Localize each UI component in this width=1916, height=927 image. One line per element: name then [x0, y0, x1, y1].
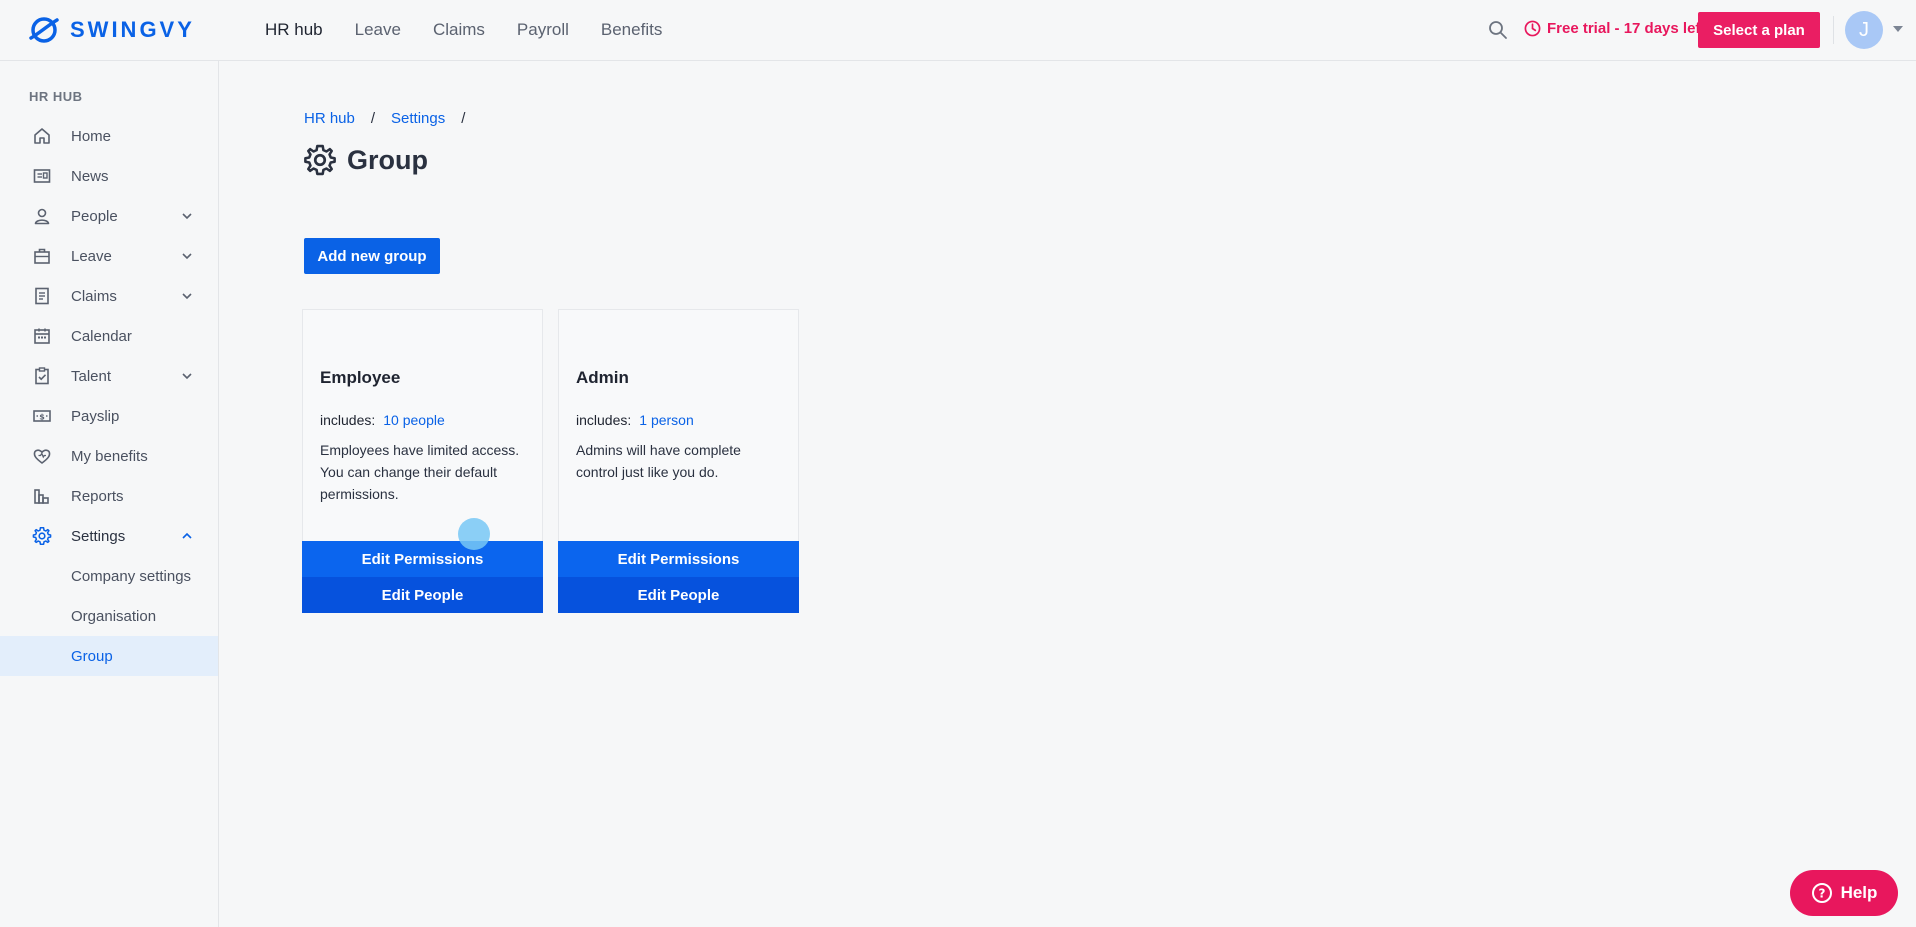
question-icon: ? [1811, 883, 1832, 903]
group-name: Employee [320, 368, 401, 387]
group-includes: includes: 1 person [576, 412, 694, 428]
group-includes: includes: 10 people [320, 412, 445, 428]
breadcrumb: HR hub / Settings / [304, 110, 481, 127]
chevron-down-icon [182, 253, 192, 260]
group-description: Admins will have complete control just l… [576, 442, 741, 480]
sidebar-subitem-group[interactable]: Group [0, 636, 218, 676]
sidebar-item-news[interactable]: News [0, 156, 218, 196]
topnav-benefits[interactable]: Benefits [601, 20, 662, 40]
sidebar-item-label: Talent [71, 367, 112, 385]
bar-chart-icon [34, 489, 49, 504]
help-button[interactable]: ? Help [1790, 870, 1898, 916]
add-new-group-button[interactable]: Add new group [304, 238, 440, 274]
group-name: Admin [576, 368, 629, 387]
cursor-indicator [458, 518, 490, 550]
group-card-admin: Admin includes: 1 person Admins will have… [558, 309, 799, 613]
swingvy-logo-icon [29, 17, 59, 43]
sidebar: HR HUB Home News People Leave Claims Cal… [0, 61, 219, 927]
receipt-icon [35, 287, 49, 305]
sidebar-item-reports[interactable]: Reports [0, 476, 218, 516]
briefcase-icon [34, 248, 50, 264]
sidebar-item-label: Claims [71, 287, 117, 305]
sidebar-subitem-organisation[interactable]: Organisation [0, 596, 218, 636]
sidebar-item-leave[interactable]: Leave [0, 236, 218, 276]
clock-icon [1524, 20, 1541, 37]
page-title: Group [303, 143, 428, 177]
sidebar-item-my-benefits[interactable]: My benefits [0, 436, 218, 476]
sidebar-subitem-label: Company settings [71, 567, 192, 585]
sidebar-subitem-label: Group [71, 647, 113, 665]
free-trial-indicator[interactable]: Free trial - 17 days left [1524, 20, 1705, 37]
svg-text:$: $ [39, 412, 45, 421]
select-plan-button[interactable]: Select a plan [1698, 12, 1820, 48]
swingvy-logo[interactable]: SWINGVY [28, 14, 195, 46]
chevron-down-icon [182, 373, 192, 380]
edit-permissions-button[interactable]: Edit Permissions [558, 541, 799, 577]
free-trial-text: Free trial - 17 days left [1547, 20, 1706, 37]
sidebar-item-label: Reports [71, 487, 124, 505]
sidebar-item-settings[interactable]: Settings [0, 516, 218, 556]
sidebar-item-label: Leave [71, 247, 112, 265]
avatar[interactable]: J [1845, 11, 1883, 49]
gear-icon [32, 527, 52, 545]
top-nav: HR hub Leave Claims Payroll Benefits [265, 0, 662, 60]
breadcrumb-separator: / [461, 110, 466, 127]
sidebar-item-label: News [71, 167, 109, 185]
group-members-link[interactable]: 1 person [639, 412, 693, 428]
sidebar-item-label: Payslip [71, 407, 120, 425]
sidebar-item-people[interactable]: People [0, 196, 218, 236]
sidebar-item-payslip[interactable]: $ Payslip [0, 396, 218, 436]
gear-icon [304, 144, 336, 176]
sidebar-item-talent[interactable]: Talent [0, 356, 218, 396]
chevron-up-icon [182, 532, 192, 539]
help-label: Help [1840, 883, 1878, 902]
includes-label: includes: [320, 412, 376, 428]
chevron-down-icon[interactable] [1893, 26, 1903, 32]
top-divider [1833, 16, 1834, 44]
sidebar-item-label: People [71, 207, 118, 225]
svg-text:?: ? [1818, 887, 1825, 901]
sidebar-item-calendar[interactable]: Calendar [0, 316, 218, 356]
edit-people-button[interactable]: Edit People [302, 577, 543, 613]
news-icon [33, 169, 51, 183]
sidebar-subitem-company-settings[interactable]: Company settings [0, 556, 218, 596]
top-bar: SWINGVY HR hub Leave Claims Payroll Bene… [0, 0, 1916, 61]
sidebar-heading: HR HUB [29, 89, 83, 104]
includes-label: includes: [576, 412, 632, 428]
brand-name: SWINGVY [70, 17, 195, 42]
calendar-icon [34, 328, 50, 344]
sidebar-item-label: My benefits [71, 447, 148, 465]
sidebar-item-claims[interactable]: Claims [0, 276, 218, 316]
page-title-text: Group [347, 144, 428, 175]
payslip-icon: $ [33, 410, 51, 422]
sidebar-item-label: Home [71, 127, 112, 145]
sidebar-subitem-label: Organisation [71, 607, 157, 625]
breadcrumb-separator: / [370, 110, 376, 127]
topnav-hr-hub[interactable]: HR hub [265, 20, 323, 40]
sidebar-item-label: Calendar [71, 327, 132, 345]
clipboard-check-icon [35, 367, 49, 385]
chevron-down-icon [182, 213, 192, 220]
group-members-link[interactable]: 10 people [383, 412, 445, 428]
heart-icon [33, 449, 51, 464]
topnav-claims[interactable]: Claims [433, 20, 485, 40]
sidebar-item-label: Settings [71, 527, 126, 545]
person-icon [34, 208, 50, 225]
breadcrumb-hr-hub[interactable]: HR hub [304, 110, 355, 127]
edit-people-button[interactable]: Edit People [558, 577, 799, 613]
breadcrumb-settings[interactable]: Settings [391, 110, 445, 127]
topnav-leave[interactable]: Leave [355, 20, 401, 40]
chevron-down-icon [182, 293, 192, 300]
edit-permissions-button[interactable]: Edit Permissions [302, 541, 543, 577]
sidebar-item-home[interactable]: Home [0, 116, 218, 156]
search-icon[interactable] [1488, 20, 1508, 40]
home-icon [34, 128, 50, 144]
group-card-employee: Employee includes: 10 people Employees ha… [302, 309, 543, 613]
topnav-payroll[interactable]: Payroll [517, 20, 569, 40]
group-description: Employees have limited access. You can c… [320, 442, 520, 502]
